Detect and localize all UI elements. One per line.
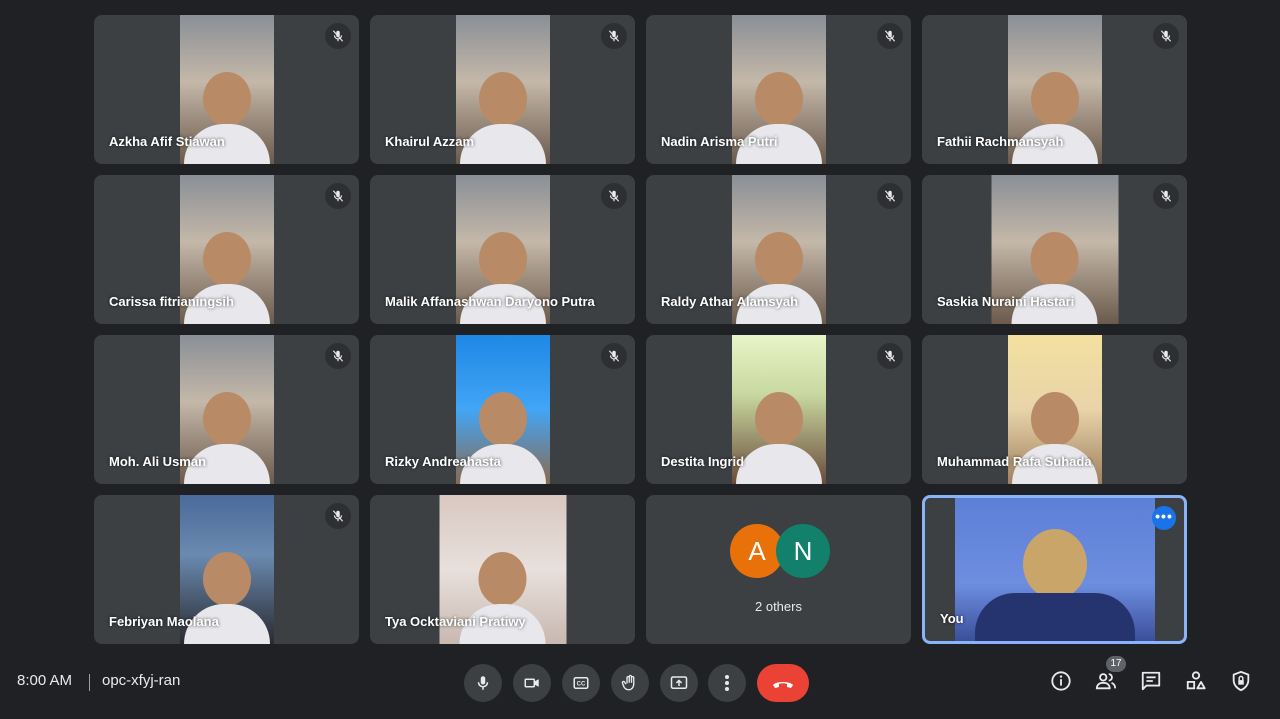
self-name: You: [940, 611, 964, 626]
mic-muted-icon: [1153, 183, 1179, 209]
participant-tile[interactable]: Malik Affanashwan Daryono Putra: [370, 175, 635, 324]
participant-tile[interactable]: Tya Ocktaviani Pratiwy: [370, 495, 635, 644]
participant-grid: Azkha Afif Stiawan Khairul Azzam Nadin A…: [0, 0, 1280, 650]
phone-hangup-icon: [773, 682, 793, 688]
participant-tile[interactable]: Khairul Azzam: [370, 15, 635, 164]
more-options-button[interactable]: [708, 664, 746, 702]
participant-tile[interactable]: Nadin Arisma Putri: [646, 15, 911, 164]
participant-tile[interactable]: Fathii Rachmansyah: [922, 15, 1187, 164]
mic-muted-icon: [877, 23, 903, 49]
avatar: N: [776, 524, 830, 578]
mic-muted-icon: [877, 343, 903, 369]
participant-name: Fathii Rachmansyah: [937, 134, 1064, 149]
participant-name: Rizky Andreahasta: [385, 454, 501, 469]
info-icon: [1051, 671, 1071, 691]
people-icon: [1095, 673, 1117, 690]
camera-icon: [524, 678, 539, 688]
participant-tile[interactable]: Raldy Athar Alamsyah: [646, 175, 911, 324]
participant-tile[interactable]: Febriyan Maolana: [94, 495, 359, 644]
divider: [89, 674, 90, 691]
host-controls-button[interactable]: [1228, 668, 1254, 694]
others-count-label: 2 others: [755, 599, 802, 614]
meeting-details-button[interactable]: [1048, 668, 1074, 694]
more-options-icon[interactable]: •••: [1152, 506, 1176, 530]
hand-icon: [621, 674, 635, 691]
self-video: [954, 498, 1155, 641]
mic-muted-icon: [1153, 23, 1179, 49]
microphone-button[interactable]: [464, 664, 502, 702]
participant-name: Destita Ingrid: [661, 454, 745, 469]
mic-muted-icon: [601, 343, 627, 369]
participant-name: Saskia Nuraini Hastari: [937, 294, 1075, 309]
raise-hand-button[interactable]: [611, 664, 649, 702]
present-icon: [670, 676, 688, 689]
svg-text:CC: CC: [577, 682, 586, 688]
mic-muted-icon: [601, 183, 627, 209]
microphone-icon: [477, 676, 489, 690]
chat-icon: [1141, 671, 1161, 691]
meeting-time: 8:00 AM: [17, 672, 73, 689]
mic-muted-icon: [601, 23, 627, 49]
self-tile[interactable]: ••• You: [922, 495, 1187, 644]
participant-name: Carissa fitrianingsih: [109, 294, 234, 309]
participant-name: Azkha Afif Stiawan: [109, 134, 225, 149]
participant-video: [731, 335, 826, 484]
participant-name: Nadin Arisma Putri: [661, 134, 778, 149]
participant-tile[interactable]: Moh. Ali Usman: [94, 335, 359, 484]
mic-muted-icon: [325, 23, 351, 49]
participant-name: Malik Affanashwan Daryono Putra: [385, 294, 595, 309]
camera-button[interactable]: [513, 664, 551, 702]
mic-muted-icon: [325, 183, 351, 209]
participant-tile[interactable]: Muhammad Rafa Suhada: [922, 335, 1187, 484]
participant-tile[interactable]: Azkha Afif Stiawan: [94, 15, 359, 164]
participant-name: Raldy Athar Alamsyah: [661, 294, 799, 309]
activities-button[interactable]: [1183, 668, 1209, 694]
captions-button[interactable]: CC: [562, 664, 600, 702]
participant-tile[interactable]: Carissa fitrianingsih: [94, 175, 359, 324]
chat-button[interactable]: [1138, 668, 1164, 694]
participant-name: Moh. Ali Usman: [109, 454, 207, 469]
vertical-dots-icon: [725, 675, 729, 691]
mic-muted-icon: [877, 183, 903, 209]
participant-count-badge: 17: [1106, 656, 1126, 672]
participant-name: Khairul Azzam: [385, 134, 475, 149]
participant-tile[interactable]: Rizky Andreahasta: [370, 335, 635, 484]
participant-name: Febriyan Maolana: [109, 614, 219, 629]
meeting-code: opc-xfyj-ran: [102, 672, 181, 689]
mic-muted-icon: [1153, 343, 1179, 369]
participant-tile[interactable]: Saskia Nuraini Hastari: [922, 175, 1187, 324]
mic-muted-icon: [325, 343, 351, 369]
end-call-button[interactable]: [757, 664, 809, 702]
closed-captions-icon: CC: [573, 677, 589, 689]
mic-muted-icon: [325, 503, 351, 529]
others-avatars: A N: [730, 524, 830, 578]
others-tile[interactable]: A N 2 others: [646, 495, 911, 644]
bottom-control-bar: 8:00 AM opc-xfyj-ran CC 17: [0, 650, 1280, 719]
present-screen-button[interactable]: [660, 664, 698, 702]
participant-name: Tya Ocktaviani Pratiwy: [385, 614, 526, 629]
activities-shapes-icon: [1186, 671, 1206, 690]
participant-tile[interactable]: Destita Ingrid: [646, 335, 911, 484]
participant-name: Muhammad Rafa Suhada: [937, 454, 1092, 469]
shield-lock-icon: [1232, 670, 1250, 692]
